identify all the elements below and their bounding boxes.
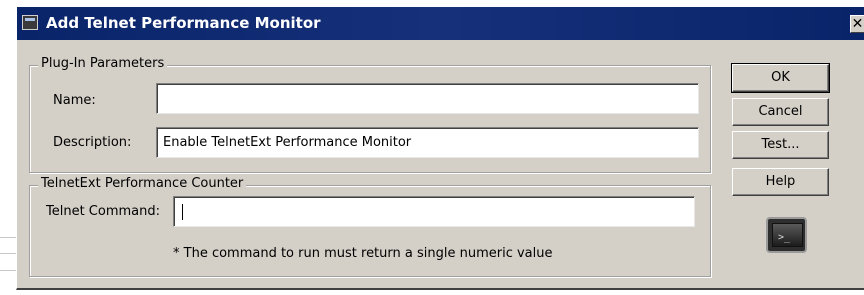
command-hint-note: * The command to run must return a singl… <box>173 246 553 261</box>
plugin-parameters-legend: Plug-In Parameters <box>38 56 168 71</box>
window-title: Add Telnet Performance Monitor <box>46 14 321 32</box>
cancel-button[interactable]: Cancel <box>732 98 829 126</box>
telnet-counter-group: TelnetExt Performance Counter Telnet Com… <box>29 176 711 277</box>
name-field[interactable] <box>156 83 699 114</box>
telnet-command-field[interactable] <box>173 196 695 227</box>
test-button[interactable]: Test... <box>732 131 829 159</box>
ok-button[interactable]: OK <box>731 63 830 93</box>
help-button[interactable]: Help <box>732 168 829 196</box>
add-telnet-monitor-dialog: Add Telnet Performance Monitor ✕ Plug-In… <box>16 6 864 290</box>
name-label: Name: <box>53 93 96 108</box>
description-field[interactable] <box>156 127 699 158</box>
monitor-screen: >_ <box>772 223 803 247</box>
background-divider <box>0 253 16 254</box>
plugin-parameters-group: Plug-In Parameters Name: Description: <box>29 56 711 173</box>
background-divider <box>0 270 16 271</box>
terminal-monitor-icon: >_ <box>766 217 807 253</box>
prompt-glyph: >_ <box>778 232 791 243</box>
terminal-icon <box>22 15 38 30</box>
text-caret <box>182 204 183 220</box>
telnet-counter-legend: TelnetExt Performance Counter <box>38 176 247 191</box>
background-divider <box>0 237 16 238</box>
description-label: Description: <box>53 135 132 150</box>
close-button[interactable]: ✕ <box>850 15 864 33</box>
title-bar[interactable]: Add Telnet Performance Monitor ✕ <box>17 7 864 40</box>
telnet-command-label: Telnet Command: <box>46 204 161 219</box>
